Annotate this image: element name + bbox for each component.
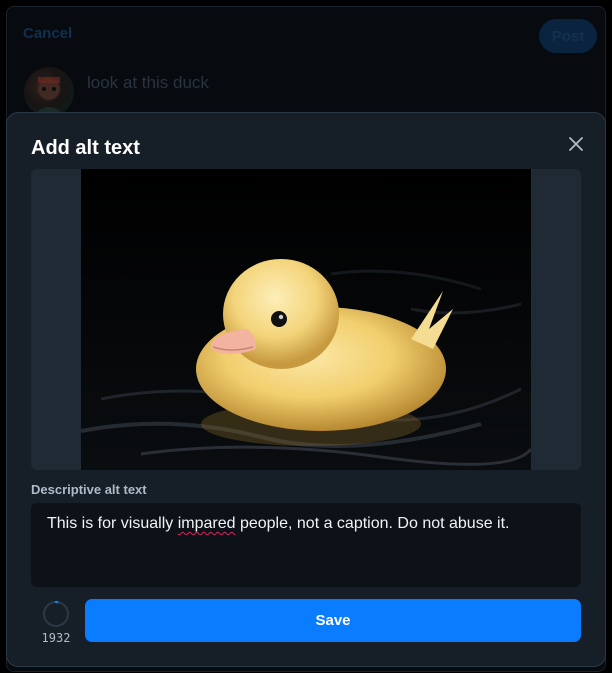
misspelled-word: impared bbox=[177, 515, 236, 532]
save-button[interactable]: Save bbox=[85, 599, 581, 642]
char-count: 1932 bbox=[41, 631, 71, 645]
post-draft-text[interactable]: look at this duck bbox=[87, 73, 209, 93]
alt-text-dialog: Add alt text Descriptive alt text This i… bbox=[6, 112, 606, 667]
post-button[interactable]: Post bbox=[539, 19, 597, 53]
avatar[interactable] bbox=[24, 67, 74, 117]
avatar-image bbox=[32, 77, 66, 117]
char-counter: 1932 bbox=[39, 600, 73, 645]
alt-text-part: This is for visually bbox=[47, 515, 178, 532]
duck-photo bbox=[80, 169, 533, 470]
alt-text-part: people, not a caption. Do not abuse it. bbox=[235, 515, 510, 532]
alt-text-label: Descriptive alt text bbox=[31, 482, 147, 497]
cancel-button[interactable]: Cancel bbox=[23, 25, 72, 42]
close-button[interactable] bbox=[561, 129, 591, 159]
alt-text-input[interactable]: This is for visually impared people, not… bbox=[31, 503, 581, 587]
close-icon bbox=[569, 137, 583, 151]
image-preview bbox=[31, 169, 581, 470]
progress-ring-icon bbox=[43, 600, 69, 627]
dialog-title: Add alt text bbox=[31, 137, 140, 159]
